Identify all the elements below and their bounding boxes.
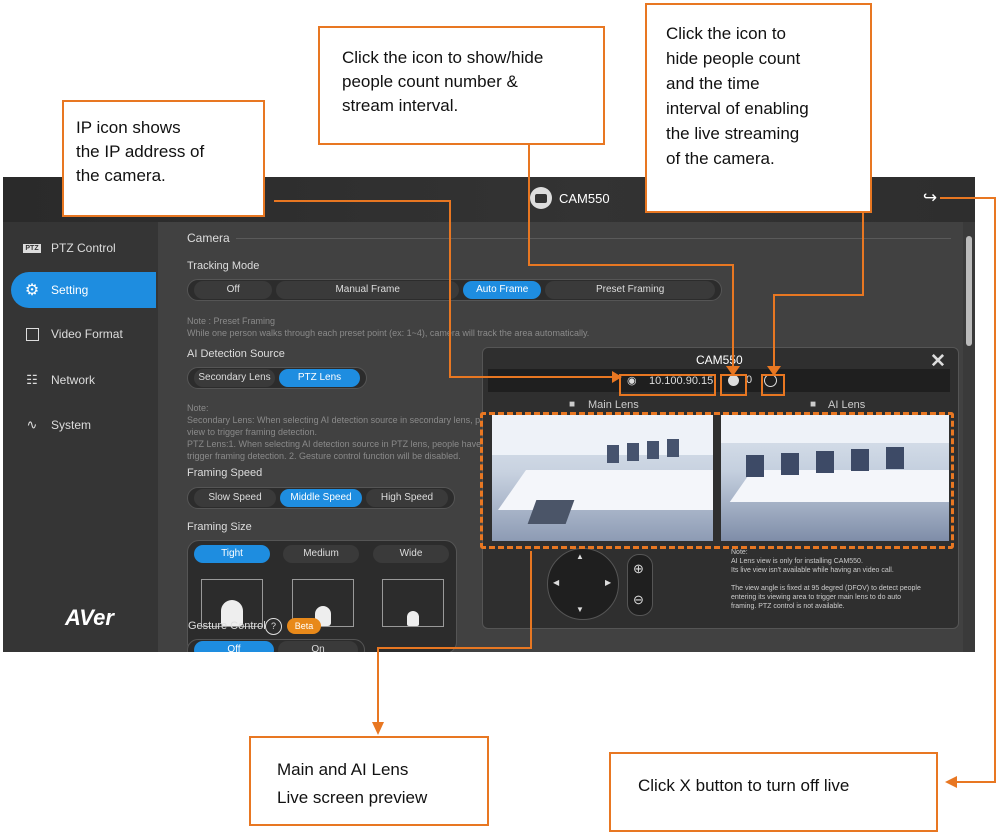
close-callout: Click X button to turn off live — [609, 752, 938, 832]
hide-count-callout: Click the icon to hide people count and … — [645, 3, 872, 213]
callout-line: people count number & — [342, 72, 518, 91]
callout-line: Click X button to turn off live — [638, 776, 850, 795]
callout-line: stream interval. — [342, 96, 459, 115]
callout-line: the live streaming — [666, 124, 800, 143]
callout-line: Click the icon to — [666, 24, 786, 43]
preview-callout: Main and AI Lens Live screen preview — [249, 736, 489, 826]
callout-line: the camera. — [76, 166, 166, 185]
callout-line: Live screen preview — [277, 788, 428, 807]
callout-line: hide people count — [666, 49, 801, 68]
callout-line: the IP address of — [76, 142, 205, 161]
callout-line: of the camera. — [666, 149, 775, 168]
ip-callout: IP icon shows the IP address of the came… — [62, 100, 265, 217]
show-hide-callout: Click the icon to show/hide people count… — [318, 26, 605, 145]
callout-line: and the time — [666, 74, 760, 93]
callout-line: interval of enabling — [666, 99, 809, 118]
callout-line: IP icon shows — [76, 118, 181, 137]
callout-line: Main and AI Lens — [277, 760, 409, 779]
callout-line: Click the icon to show/hide — [342, 48, 544, 67]
